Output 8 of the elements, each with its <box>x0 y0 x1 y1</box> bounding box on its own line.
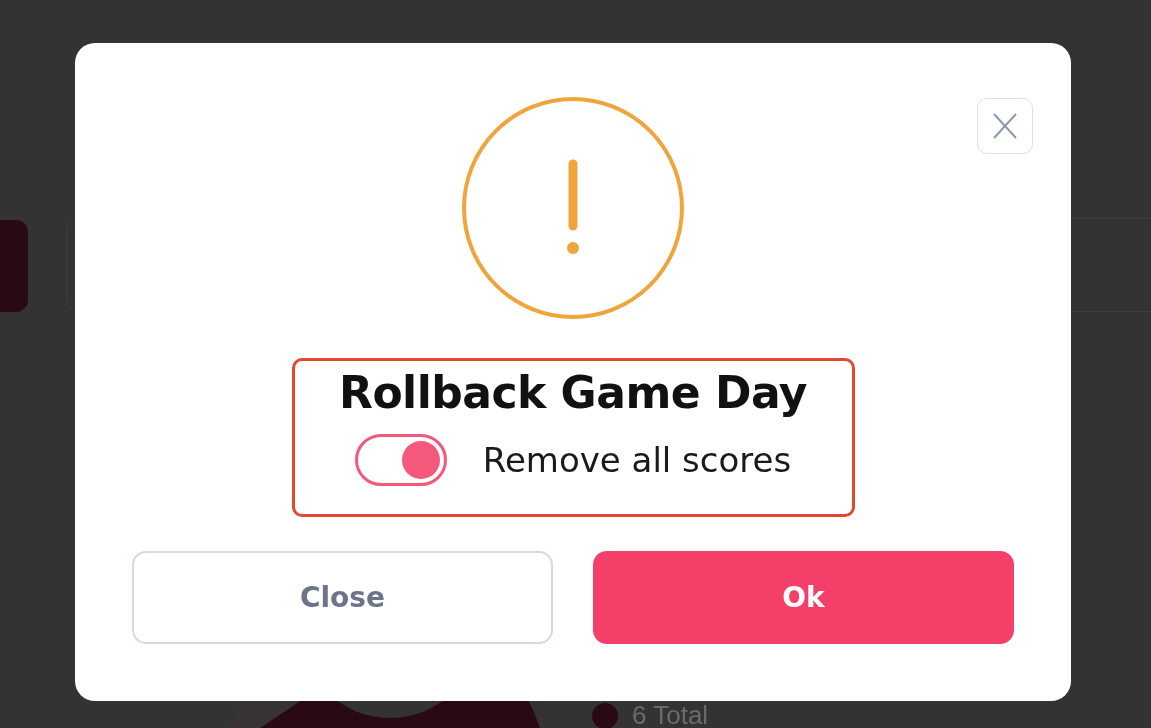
close-button[interactable] <box>977 98 1033 154</box>
ok-button[interactable]: Ok <box>593 551 1014 644</box>
dialog-title: Rollback Game Day <box>339 367 807 418</box>
toggle-switch[interactable] <box>354 434 447 486</box>
cancel-button[interactable]: Close <box>132 551 553 644</box>
option-label: Remove all scores <box>482 440 792 480</box>
close-icon <box>990 111 1020 141</box>
warning-icon <box>461 96 685 320</box>
